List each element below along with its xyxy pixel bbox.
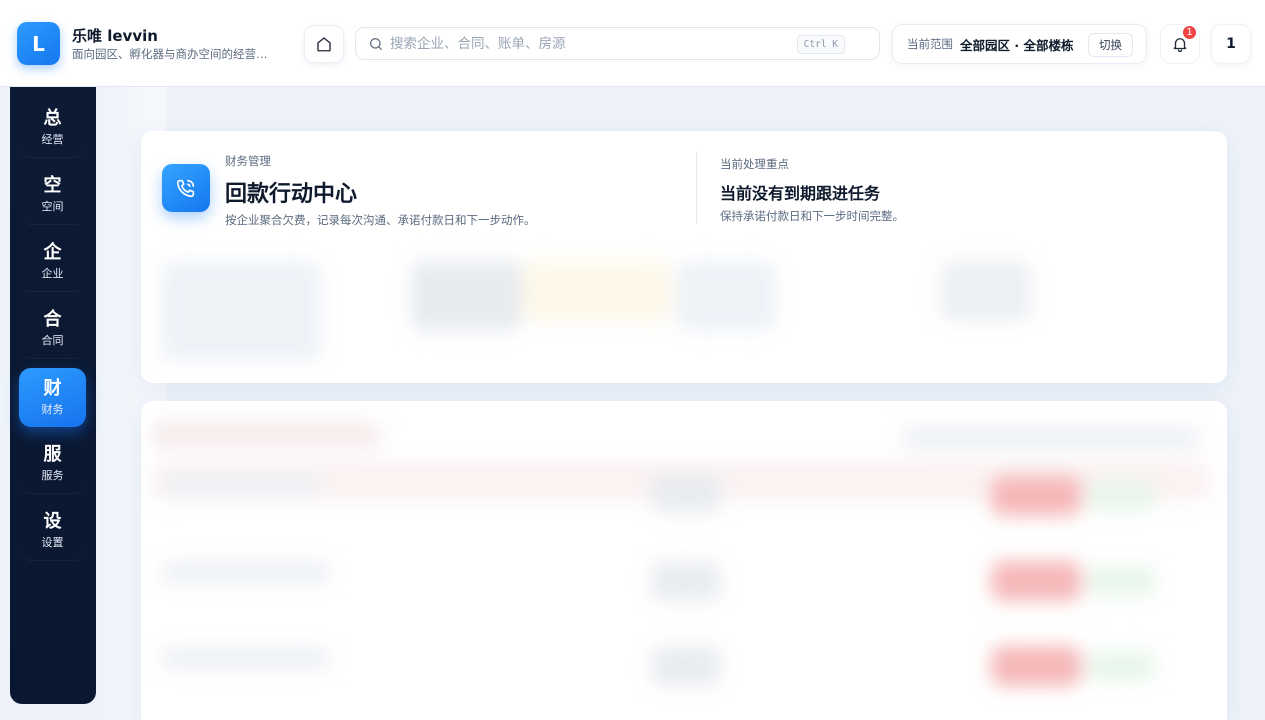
sidebar-item-glyph: 总	[43, 108, 62, 129]
home-button[interactable]	[304, 25, 344, 63]
sidebar-item-glyph: 设	[43, 511, 62, 532]
table-placeholder	[1086, 651, 1156, 681]
scope-selector: 当前范围 全部园区 · 全部楼栋 切换	[892, 24, 1147, 64]
sidebar-item-glyph: 合	[43, 309, 62, 330]
search-shortcut-hint: Ctrl K	[796, 35, 845, 54]
stats-loading-overlay	[141, 241, 1227, 383]
table-placeholder	[991, 561, 1081, 601]
hero-kicker: 财务管理	[225, 154, 271, 168]
notifications-button[interactable]: 1	[1160, 24, 1200, 64]
sidebar-item-label: 设置	[41, 536, 64, 549]
collection-hero-card: 财务管理 回款行动中心 按企业聚合欠费，记录每次沟通、承诺付款日和下一步动作。 …	[141, 131, 1227, 383]
stat-placeholder	[411, 261, 521, 331]
sidebar-item-glyph: 财	[43, 377, 62, 399]
sidebar-item-overview[interactable]: 总 经营	[19, 99, 86, 158]
sidebar-item-label: 合同	[41, 334, 64, 347]
table-placeholder	[651, 561, 721, 601]
table-placeholder	[991, 646, 1081, 686]
sidebar-item-glyph: 服	[43, 444, 62, 465]
brand-subtitle: 面向园区、孵化器与商办空间的经营…	[72, 47, 268, 61]
sidebar-item-settings[interactable]: 设 设置	[19, 502, 86, 561]
table-placeholder	[161, 646, 331, 670]
stat-placeholder	[161, 261, 321, 361]
top-bar: L 乐唯 levvin 面向园区、孵化器与商办空间的经营… Ctrl K 当前范…	[0, 0, 1265, 87]
table-placeholder	[991, 476, 1081, 516]
logo-letter: L	[32, 31, 45, 56]
phone-call-icon	[176, 179, 195, 198]
sidebar-item-label: 服务	[41, 469, 64, 482]
home-icon	[317, 37, 331, 52]
focus-description: 保持承诺付款日和下一步时间完整。	[720, 209, 904, 223]
scope-switch-button[interactable]: 切换	[1088, 33, 1133, 57]
scope-label: 当前范围	[907, 37, 953, 51]
focus-kicker: 当前处理重点	[720, 157, 789, 171]
table-placeholder	[901, 426, 1201, 450]
table-placeholder	[1086, 566, 1156, 596]
table-loading-overlay	[141, 401, 1227, 720]
app-logo[interactable]: L	[17, 22, 60, 65]
table-placeholder	[1086, 481, 1156, 511]
table-placeholder	[651, 646, 721, 686]
scope-value: 全部园区 · 全部楼栋	[960, 37, 1074, 53]
sidebar-item-label: 经营	[41, 133, 64, 146]
sidebar-item-label: 财务	[41, 402, 64, 416]
page-title: 回款行动中心	[225, 182, 358, 207]
stat-placeholder	[521, 261, 671, 321]
notification-badge: 1	[1181, 24, 1198, 41]
sidebar-item-glyph: 空	[43, 175, 62, 196]
user-initial: 1	[1226, 36, 1236, 52]
hero-divider	[696, 151, 697, 224]
page-description: 按企业聚合欠费，记录每次沟通、承诺付款日和下一步动作。	[225, 213, 536, 227]
hero-badge	[162, 164, 210, 212]
sidebar-item-enterprise[interactable]: 企 企业	[19, 233, 86, 292]
sidebar-item-label: 空间	[41, 200, 64, 213]
sidebar: 总 经营 空 空间 企 企业 合 合同 财 财务 服 服务 设 设置	[10, 87, 96, 704]
search-input[interactable]	[390, 35, 780, 52]
stat-placeholder	[941, 261, 1031, 321]
table-placeholder	[651, 473, 721, 513]
user-menu-button[interactable]: 1	[1211, 24, 1251, 64]
search-icon	[368, 36, 384, 52]
sidebar-item-service[interactable]: 服 服务	[19, 435, 86, 494]
sidebar-item-space[interactable]: 空 空间	[19, 166, 86, 225]
sidebar-item-contract[interactable]: 合 合同	[19, 300, 86, 359]
table-placeholder	[161, 561, 331, 585]
global-search[interactable]: Ctrl K	[355, 27, 880, 60]
collection-table-card	[141, 401, 1227, 720]
sidebar-item-glyph: 企	[43, 242, 62, 263]
table-placeholder	[151, 421, 381, 449]
sidebar-item-label: 企业	[41, 267, 64, 280]
brand-name: 乐唯 levvin	[72, 27, 158, 45]
focus-title: 当前没有到期跟进任务	[720, 184, 881, 203]
table-placeholder	[161, 473, 321, 495]
stat-placeholder	[676, 261, 776, 331]
sidebar-item-finance[interactable]: 财 财务	[19, 368, 86, 427]
